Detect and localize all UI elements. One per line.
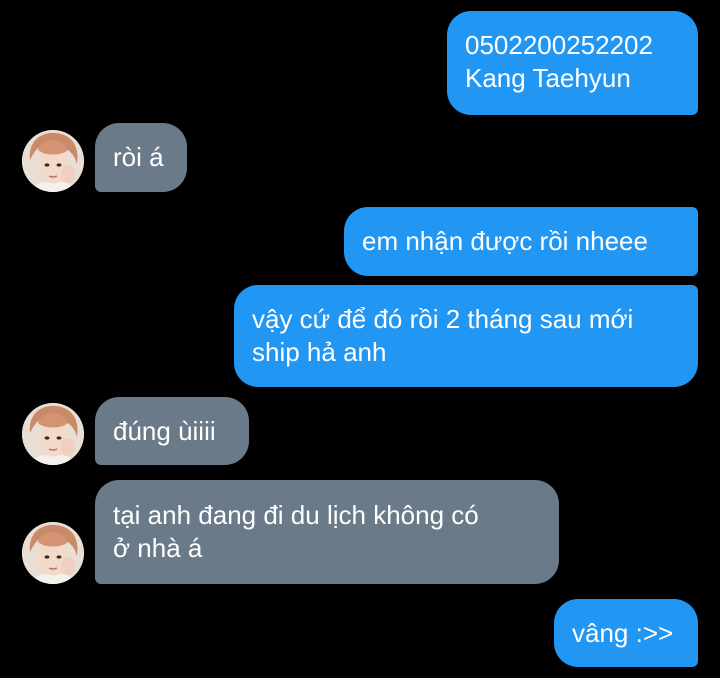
- message-bubble-outgoing[interactable]: 0502200252202 Kang Taehyun: [447, 11, 698, 115]
- avatar-image: [22, 403, 84, 465]
- message-bubble-outgoing[interactable]: em nhận được rồi nheee: [344, 207, 698, 276]
- message-bubble-incoming[interactable]: ròi á: [95, 123, 187, 192]
- avatar-image: [22, 130, 84, 192]
- contact-avatar[interactable]: [22, 403, 84, 465]
- message-bubble-outgoing[interactable]: vậy cứ để đó rồi 2 tháng sau mới ship hả…: [234, 285, 698, 387]
- contact-avatar[interactable]: [22, 522, 84, 584]
- message-bubble-incoming[interactable]: đúng ùiiii: [95, 397, 249, 465]
- message-bubble-outgoing[interactable]: vâng :>>: [554, 599, 698, 667]
- message-bubble-incoming[interactable]: tại anh đang đi du lịch không có ở nhà á: [95, 480, 559, 584]
- contact-avatar[interactable]: [22, 130, 84, 192]
- avatar-image: [22, 522, 84, 584]
